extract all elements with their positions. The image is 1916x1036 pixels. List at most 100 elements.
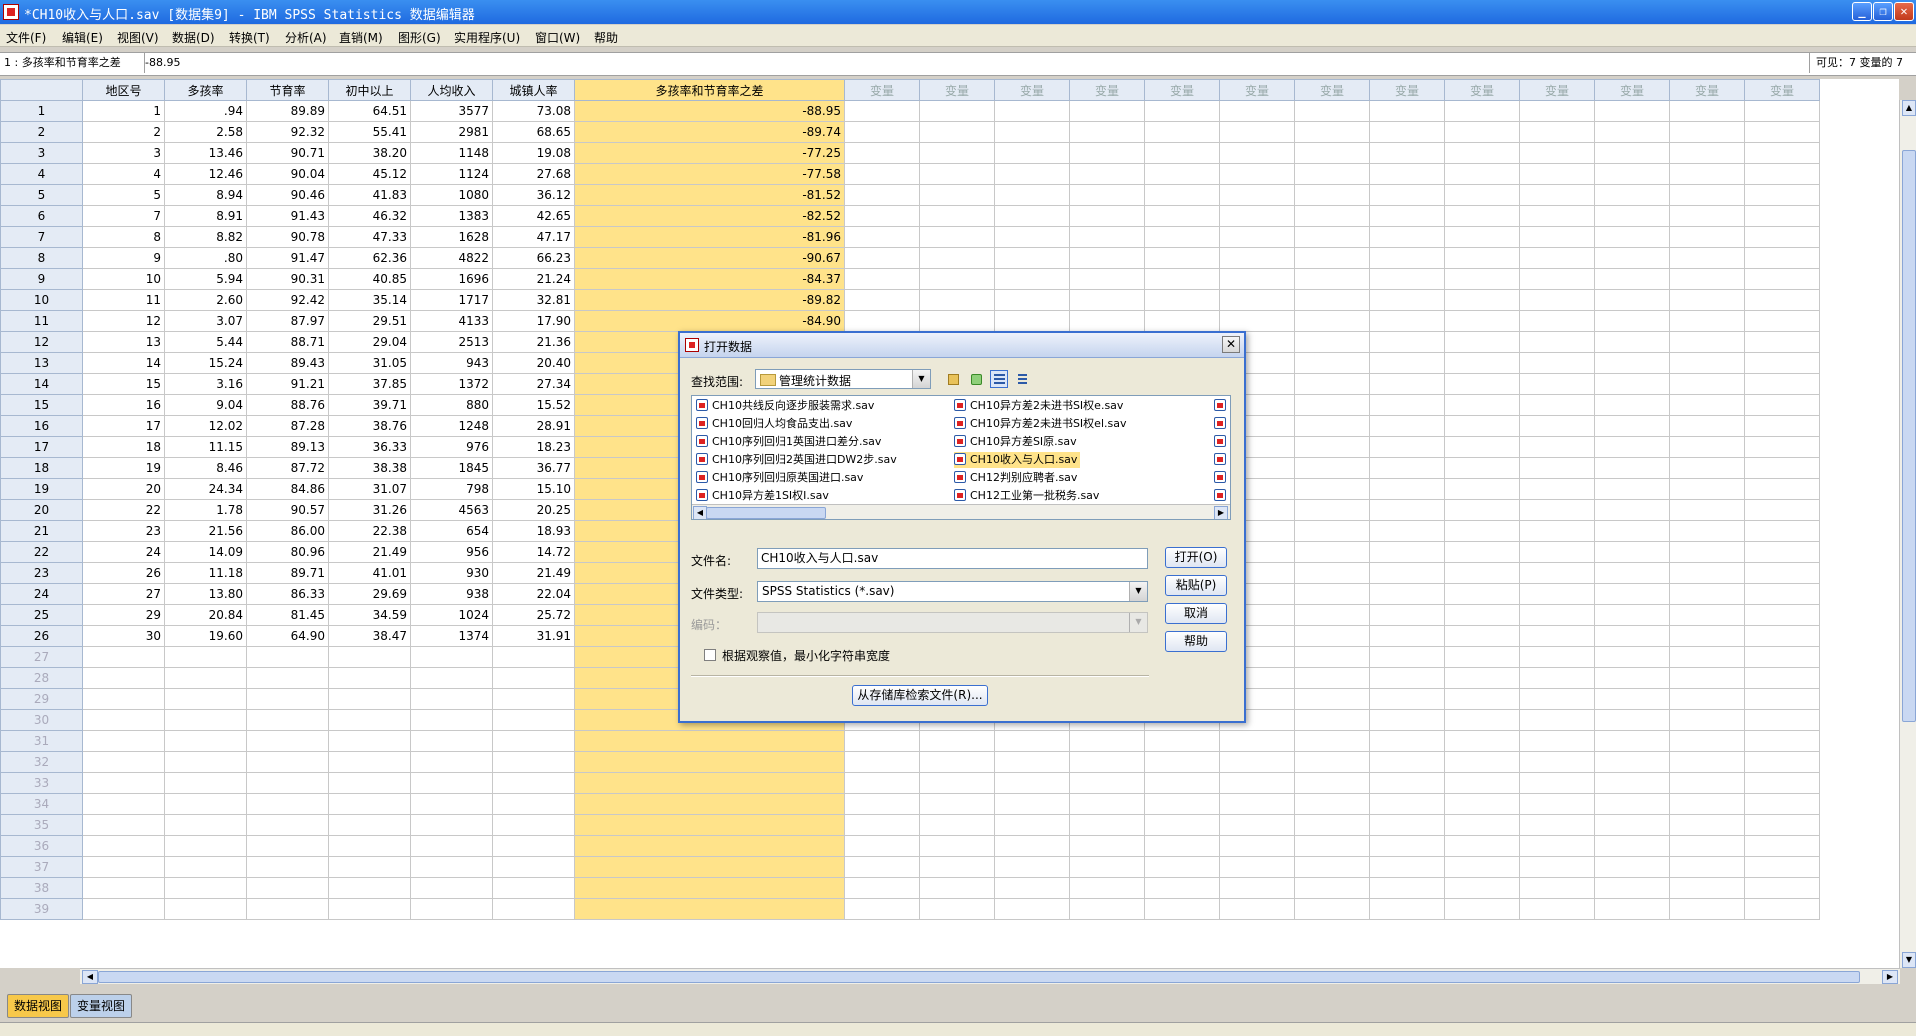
row-number[interactable]: 19 [0, 478, 83, 500]
empty-cell[interactable] [1369, 184, 1445, 206]
empty-cell[interactable] [1594, 709, 1670, 731]
data-cell[interactable]: 19 [82, 457, 165, 479]
empty-cell[interactable] [1444, 709, 1520, 731]
data-cell[interactable]: .80 [164, 247, 247, 269]
empty-cell[interactable] [994, 310, 1070, 332]
empty-cell[interactable] [1369, 352, 1445, 374]
row-number[interactable]: 10 [0, 289, 83, 311]
scroll-left-icon[interactable]: ◀ [693, 506, 707, 519]
empty-cell[interactable] [844, 205, 920, 227]
row-number[interactable]: 35 [0, 814, 83, 836]
empty-cell[interactable] [492, 835, 575, 857]
empty-cell[interactable] [1744, 625, 1820, 647]
empty-cell[interactable] [1744, 247, 1820, 269]
minimize-button[interactable]: _ [1852, 2, 1872, 21]
empty-cell[interactable] [919, 184, 995, 206]
row-number[interactable]: 18 [0, 457, 83, 479]
empty-cell[interactable] [1219, 289, 1295, 311]
data-cell[interactable]: -81.52 [574, 184, 845, 206]
data-cell[interactable]: 938 [410, 583, 493, 605]
empty-cell[interactable] [1144, 730, 1220, 752]
data-cell[interactable]: 13.80 [164, 583, 247, 605]
row-number[interactable]: 7 [0, 226, 83, 248]
empty-cell[interactable] [994, 100, 1070, 122]
empty-cell[interactable] [994, 835, 1070, 857]
empty-cell[interactable] [1369, 877, 1445, 899]
empty-cell[interactable] [1369, 688, 1445, 710]
data-cell[interactable]: 22.04 [492, 583, 575, 605]
empty-cell[interactable] [1594, 625, 1670, 647]
empty-cell[interactable] [1369, 562, 1445, 584]
empty-cell[interactable] [1744, 310, 1820, 332]
empty-cell[interactable] [1444, 289, 1520, 311]
empty-cell[interactable] [1294, 814, 1370, 836]
empty-cell[interactable] [164, 688, 247, 710]
data-cell[interactable]: 84.86 [246, 478, 329, 500]
data-cell[interactable]: 32.81 [492, 289, 575, 311]
row-number[interactable]: 24 [0, 583, 83, 605]
empty-cell[interactable] [1519, 541, 1595, 563]
data-cell[interactable]: 1845 [410, 457, 493, 479]
data-cell[interactable]: 80.96 [246, 541, 329, 563]
empty-cell[interactable] [164, 730, 247, 752]
empty-cell[interactable] [1519, 436, 1595, 458]
data-cell[interactable]: 90.31 [246, 268, 329, 290]
empty-cell[interactable] [1144, 163, 1220, 185]
row-number[interactable]: 11 [0, 310, 83, 332]
empty-cell[interactable] [844, 247, 920, 269]
data-cell[interactable]: 18.93 [492, 520, 575, 542]
empty-cell[interactable] [1294, 142, 1370, 164]
empty-cell[interactable] [82, 688, 165, 710]
empty-cell[interactable] [1669, 247, 1745, 269]
empty-cell[interactable] [492, 856, 575, 878]
data-cell[interactable]: 27.68 [492, 163, 575, 185]
row-number[interactable]: 1 [0, 100, 83, 122]
empty-cell[interactable] [1444, 625, 1520, 647]
row-number[interactable]: 2 [0, 121, 83, 143]
empty-variable-header[interactable]: 变量 [919, 79, 995, 101]
empty-cell[interactable] [994, 142, 1070, 164]
empty-cell[interactable] [1519, 100, 1595, 122]
empty-cell[interactable] [328, 898, 411, 920]
empty-cell[interactable] [82, 772, 165, 794]
empty-cell[interactable] [82, 646, 165, 668]
empty-cell[interactable] [1144, 142, 1220, 164]
data-cell[interactable]: 35.14 [328, 289, 411, 311]
empty-cell[interactable] [994, 163, 1070, 185]
data-cell[interactable]: 21.36 [492, 331, 575, 353]
empty-cell[interactable] [410, 709, 493, 731]
empty-cell[interactable] [1144, 793, 1220, 815]
empty-cell[interactable] [574, 772, 845, 794]
empty-cell[interactable] [1069, 226, 1145, 248]
file-list-item[interactable]: CH10回归人均食品支出.sav [696, 416, 855, 432]
data-cell[interactable]: 29.69 [328, 583, 411, 605]
empty-cell[interactable] [1594, 541, 1670, 563]
empty-cell[interactable] [1744, 898, 1820, 920]
empty-cell[interactable] [1594, 226, 1670, 248]
empty-cell[interactable] [492, 898, 575, 920]
empty-cell[interactable] [994, 289, 1070, 311]
menu-graphs[interactable]: 图形(G) [398, 29, 441, 46]
data-cell[interactable]: 31.05 [328, 352, 411, 374]
empty-cell[interactable] [1069, 163, 1145, 185]
empty-cell[interactable] [919, 793, 995, 815]
empty-cell[interactable] [1444, 310, 1520, 332]
column-header[interactable]: 多孩率和节育率之差 [574, 79, 845, 101]
horizontal-scroll-thumb[interactable] [98, 971, 1860, 983]
empty-cell[interactable] [1369, 499, 1445, 521]
empty-cell[interactable] [1744, 394, 1820, 416]
empty-cell[interactable] [1594, 751, 1670, 773]
empty-cell[interactable] [919, 814, 995, 836]
empty-cell[interactable] [1294, 877, 1370, 899]
empty-cell[interactable] [1219, 730, 1295, 752]
data-cell[interactable]: 8.82 [164, 226, 247, 248]
empty-cell[interactable] [164, 646, 247, 668]
column-header[interactable]: 多孩率 [164, 79, 247, 101]
data-cell[interactable]: 2.58 [164, 121, 247, 143]
empty-cell[interactable] [1669, 772, 1745, 794]
data-cell[interactable]: 1 [82, 100, 165, 122]
empty-cell[interactable] [1744, 730, 1820, 752]
empty-cell[interactable] [1219, 205, 1295, 227]
empty-cell[interactable] [1594, 436, 1670, 458]
data-cell[interactable]: 89.89 [246, 100, 329, 122]
